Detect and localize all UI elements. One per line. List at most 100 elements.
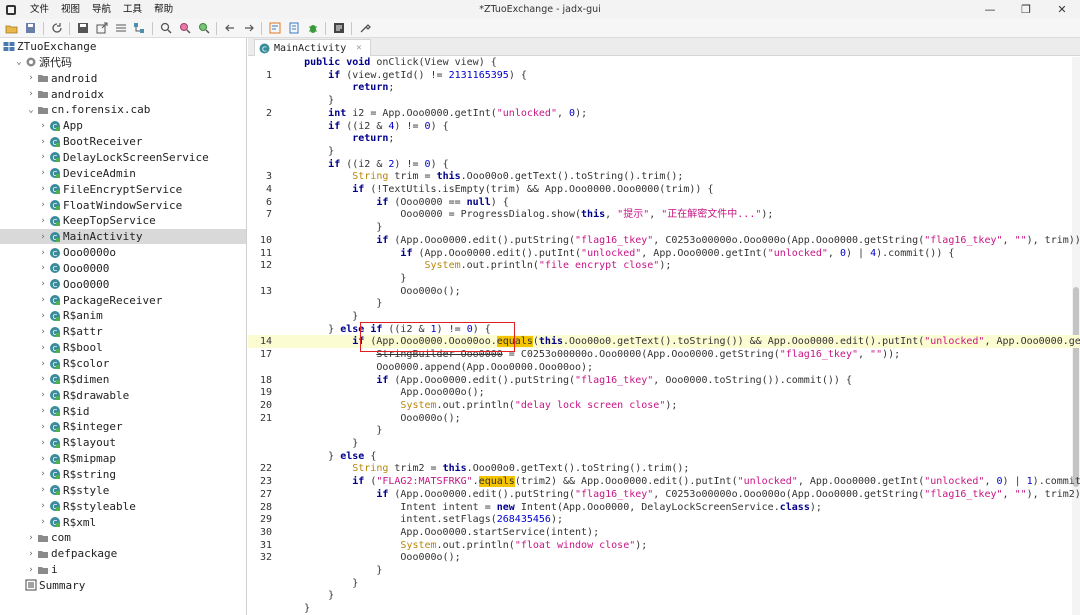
code-line[interactable]: 32 Ooo000o();: [248, 551, 1080, 564]
save-icon[interactable]: [73, 20, 92, 37]
code-line[interactable]: } else {: [248, 450, 1080, 463]
tree-item-i[interactable]: › i: [0, 562, 246, 577]
menu-tools[interactable]: 工具: [117, 0, 148, 19]
code-line[interactable]: }: [248, 577, 1080, 590]
save-all-icon[interactable]: [21, 20, 40, 37]
code-line[interactable]: 21 Ooo000o();: [248, 412, 1080, 425]
find-usage-icon[interactable]: [194, 20, 213, 37]
code-line[interactable]: }: [248, 310, 1080, 323]
tree-item-r-drawable[interactable]: › C R$drawable: [0, 388, 246, 403]
code-line[interactable]: 18 if (App.Ooo0000.edit().putString("fla…: [248, 374, 1080, 387]
code-line[interactable]: if ((i2 & 4) != 0) {: [248, 120, 1080, 133]
debug-icon[interactable]: [303, 20, 322, 37]
code-line[interactable]: 14 if (App.Ooo0000.Ooo00oo.equals(this.O…: [248, 335, 1080, 349]
chevron-right-icon[interactable]: ›: [26, 565, 36, 575]
chevron-right-icon[interactable]: ›: [38, 501, 48, 511]
chevron-right-icon[interactable]: ›: [26, 549, 36, 559]
tree-item-r-id[interactable]: › C R$id: [0, 404, 246, 419]
tab-close-icon[interactable]: ✕: [356, 43, 361, 53]
code-line[interactable]: 10 if (App.Ooo0000.edit().putString("fla…: [248, 234, 1080, 247]
code-line[interactable]: if ((i2 & 2) != 0) {: [248, 158, 1080, 171]
code-line[interactable]: 19 App.Ooo000o();: [248, 386, 1080, 399]
chevron-right-icon[interactable]: ›: [38, 311, 48, 321]
code-line[interactable]: 22 String trim2 = this.Ooo00o0.getText()…: [248, 462, 1080, 475]
open-icon[interactable]: [2, 20, 21, 37]
code-line[interactable]: 7 Ooo0000 = ProgressDialog.show(this, "提…: [248, 208, 1080, 221]
menu-navigate[interactable]: 导航: [86, 0, 117, 19]
forward-icon[interactable]: [239, 20, 258, 37]
tree-item-r-dimen[interactable]: › C R$dimen: [0, 372, 246, 387]
code-line[interactable]: 28 Intent intent = new Intent(App.Ooo000…: [248, 501, 1080, 514]
code-line[interactable]: return;: [248, 81, 1080, 94]
code-line[interactable]: 30 App.Ooo0000.startService(intent);: [248, 526, 1080, 539]
code-line[interactable]: 3 String trim = this.Ooo00o0.getText().t…: [248, 170, 1080, 183]
tab-mainactivity[interactable]: C MainActivity ✕: [254, 39, 371, 56]
close-button[interactable]: ✕: [1044, 0, 1080, 19]
project-tree[interactable]: ZTuoExchange ⌄ 源代码 › android › androidx ⌄ cn.for…: [0, 38, 247, 615]
chevron-right-icon[interactable]: ›: [26, 533, 36, 543]
chevron-right-icon[interactable]: ›: [38, 216, 48, 226]
code-line[interactable]: }: [248, 589, 1080, 602]
tree-item-android[interactable]: › android: [0, 71, 246, 86]
code-line[interactable]: public void onClick(View view) {: [248, 57, 1080, 69]
tree-item-delaylockscreenservice[interactable]: › C DelayLockScreenService: [0, 150, 246, 165]
chevron-right-icon[interactable]: ›: [38, 517, 48, 527]
tree-item-[interactable]: ⌄ 源代码: [0, 55, 246, 70]
code-line[interactable]: }: [248, 602, 1080, 615]
decompile-icon[interactable]: [265, 20, 284, 37]
tree-item-r-style[interactable]: › C R$style: [0, 483, 246, 498]
chevron-down-icon[interactable]: ⌄: [14, 57, 24, 67]
tree-item-r-layout[interactable]: › C R$layout: [0, 435, 246, 450]
tree-item-r-attr[interactable]: › C R$attr: [0, 324, 246, 339]
tree-item-r-bool[interactable]: › C R$bool: [0, 340, 246, 355]
code-line[interactable]: 31 System.out.println("float window clos…: [248, 539, 1080, 552]
chevron-right-icon[interactable]: ›: [38, 343, 48, 353]
chevron-right-icon[interactable]: ›: [38, 152, 48, 162]
chevron-right-icon[interactable]: ›: [38, 248, 48, 258]
code-line[interactable]: }: [248, 145, 1080, 158]
code-line[interactable]: }: [248, 94, 1080, 107]
chevron-right-icon[interactable]: ›: [38, 454, 48, 464]
menu-help[interactable]: 帮助: [148, 0, 179, 19]
flatten-icon[interactable]: [111, 20, 130, 37]
code-line[interactable]: 29 intent.setFlags(268435456);: [248, 513, 1080, 526]
code-line[interactable]: return;: [248, 132, 1080, 145]
chevron-right-icon[interactable]: ›: [38, 469, 48, 479]
chevron-right-icon[interactable]: ›: [38, 232, 48, 242]
tree-item-bootreceiver[interactable]: › C BootReceiver: [0, 134, 246, 149]
code-line[interactable]: } else if ((i2 & 1) != 0) {: [248, 323, 1080, 336]
tree-item-r-mipmap[interactable]: › C R$mipmap: [0, 451, 246, 466]
code-line[interactable]: 13 Ooo000o();: [248, 285, 1080, 298]
chevron-right-icon[interactable]: ›: [38, 374, 48, 384]
code-line[interactable]: }: [248, 297, 1080, 310]
tree-item-keeptopservice[interactable]: › C KeepTopService: [0, 213, 246, 228]
code-line[interactable]: 12 System.out.println("file encrypt clos…: [248, 259, 1080, 272]
tree-item-fileencryptservice[interactable]: › C FileEncryptService: [0, 182, 246, 197]
tree-item-packagereceiver[interactable]: › C PackageReceiver: [0, 293, 246, 308]
chevron-right-icon[interactable]: ›: [38, 137, 48, 147]
tree-item-r-color[interactable]: › C R$color: [0, 356, 246, 371]
minimize-button[interactable]: —: [972, 0, 1008, 19]
chevron-right-icon[interactable]: ›: [38, 390, 48, 400]
tree-item-com[interactable]: › com: [0, 530, 246, 545]
code-line[interactable]: 17 StringBuilder Ooo0000 = C0253o00000o.…: [248, 348, 1080, 361]
chevron-right-icon[interactable]: ›: [26, 89, 36, 99]
menu-view[interactable]: 视图: [55, 0, 86, 19]
chevron-right-icon[interactable]: ›: [38, 327, 48, 337]
chevron-down-icon[interactable]: ⌄: [26, 105, 36, 115]
tree-item-deviceadmin[interactable]: › C DeviceAdmin: [0, 166, 246, 181]
tree-item-cn-forensix-cab[interactable]: ⌄ cn.forensix.cab: [0, 102, 246, 117]
chevron-right-icon[interactable]: ›: [26, 73, 36, 83]
code-line[interactable]: }: [248, 272, 1080, 285]
chevron-right-icon[interactable]: ›: [38, 279, 48, 289]
search-icon[interactable]: [156, 20, 175, 37]
tree-item-ooo0000[interactable]: › C Ooo0000: [0, 261, 246, 276]
maximize-button[interactable]: ❐: [1008, 0, 1044, 19]
settings-icon[interactable]: [355, 20, 374, 37]
chevron-right-icon[interactable]: ›: [38, 485, 48, 495]
chevron-right-icon[interactable]: ›: [38, 168, 48, 178]
chevron-right-icon[interactable]: ›: [38, 200, 48, 210]
code-line[interactable]: 27 if (App.Ooo0000.edit().putString("fla…: [248, 488, 1080, 501]
bookmark-icon[interactable]: [284, 20, 303, 37]
code-line[interactable]: 4 if (!TextUtils.isEmpty(trim) && App.Oo…: [248, 183, 1080, 196]
